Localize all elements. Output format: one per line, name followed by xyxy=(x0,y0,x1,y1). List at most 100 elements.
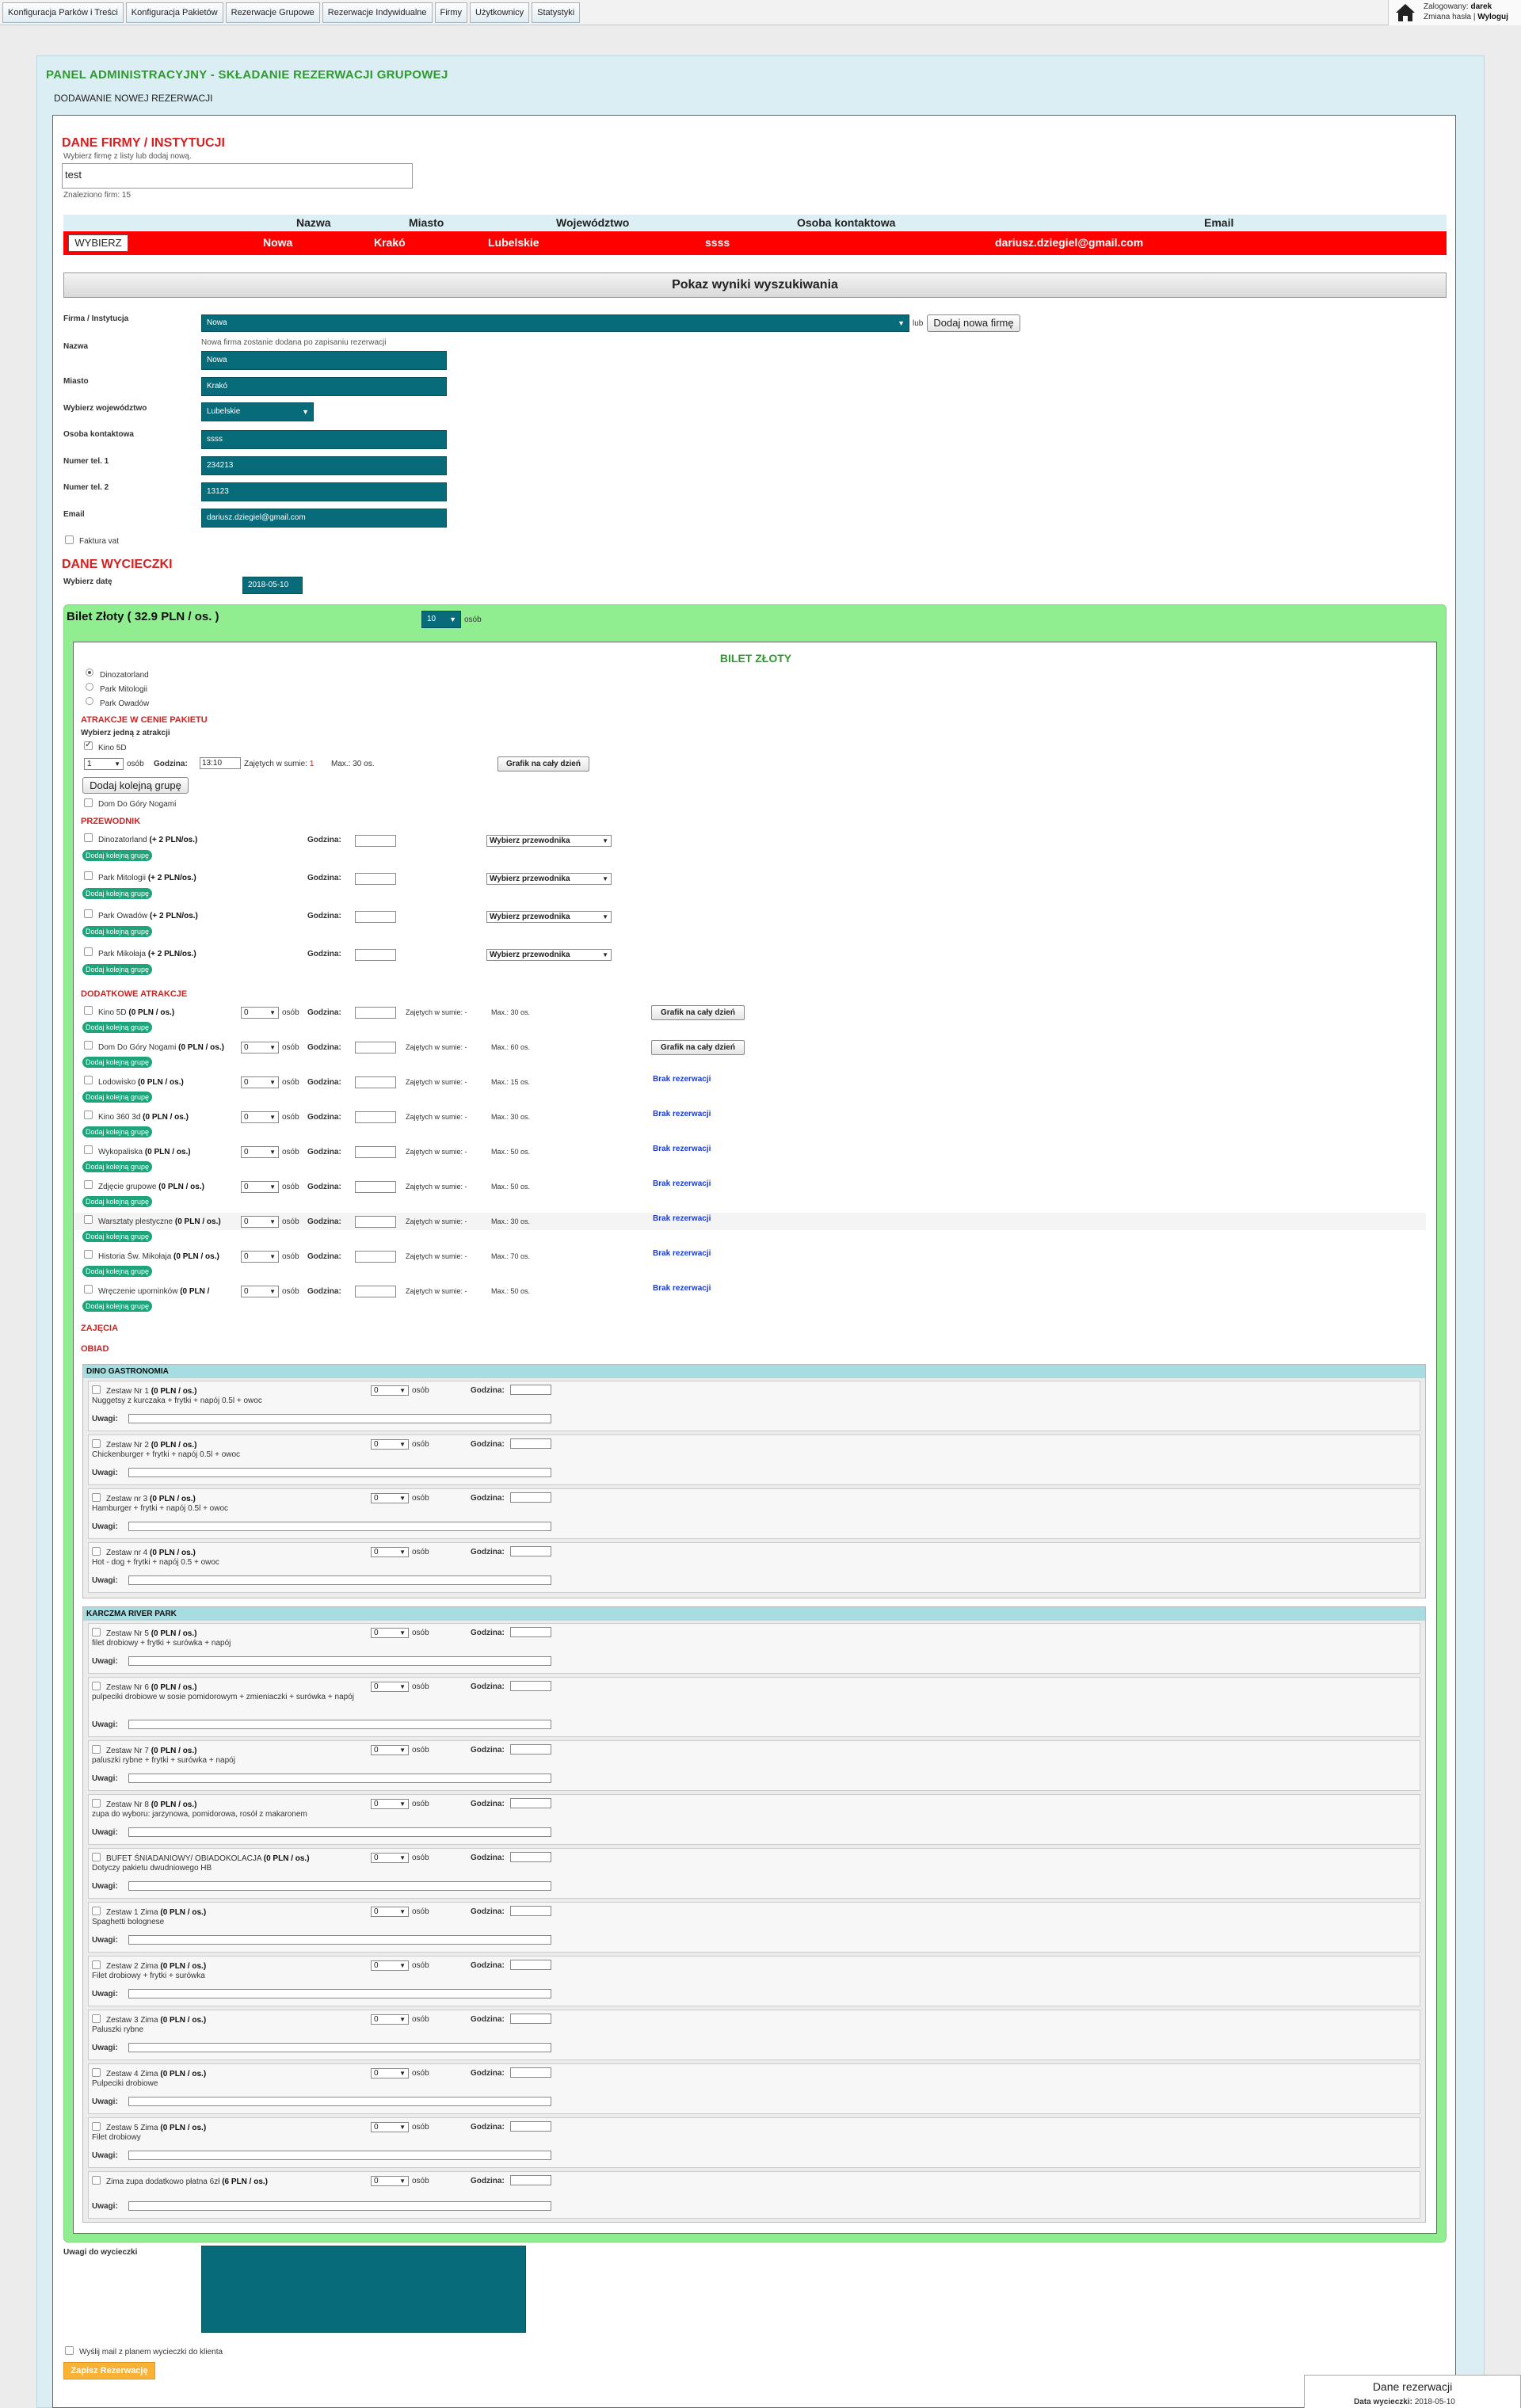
meal-hour-input[interactable] xyxy=(510,1385,551,1395)
meal-notes-input[interactable] xyxy=(128,1774,551,1783)
meal-hour-input[interactable] xyxy=(510,2175,551,2185)
meal-hour-input[interactable] xyxy=(510,1906,551,1916)
meal-hour-input[interactable] xyxy=(510,1960,551,1970)
extra-count-select[interactable]: 0 ▼ xyxy=(241,1216,279,1228)
meal-count-select[interactable]: 0 ▼ xyxy=(371,1439,409,1450)
guide-select[interactable]: Wybierz przewodnika ▼ xyxy=(486,873,612,885)
trip-notes-textarea[interactable] xyxy=(201,2246,526,2333)
nazwa-field[interactable]: Nowa xyxy=(201,351,447,370)
meal-checkbox[interactable] xyxy=(92,2176,101,2185)
no-reservation-link[interactable]: Brak rezerwacji xyxy=(653,1145,711,1153)
meal-hour-input[interactable] xyxy=(510,2067,551,2078)
extra-count-select[interactable]: 0 ▼ xyxy=(241,1076,279,1088)
meal-count-select[interactable]: 0 ▼ xyxy=(371,1853,409,1863)
nav-item-group-reservations[interactable]: Rezerwacje Grupowe xyxy=(225,2,320,23)
no-reservation-link[interactable]: Brak rezerwacji xyxy=(653,1284,711,1293)
meal-notes-input[interactable] xyxy=(128,1468,551,1477)
guide-hour-input[interactable] xyxy=(355,949,396,961)
meal-notes-input[interactable] xyxy=(128,1414,551,1423)
add-group-button[interactable]: Dodaj kolejną grupę xyxy=(82,926,153,937)
extra-checkbox[interactable] xyxy=(84,1006,93,1015)
woj-select[interactable]: Lubelskie ▼ xyxy=(201,402,314,421)
extra-hour-input[interactable] xyxy=(355,1007,396,1019)
add-group-button[interactable]: Dodaj kolejną grupę xyxy=(82,1057,153,1068)
extra-count-select[interactable]: 0 ▼ xyxy=(241,1007,279,1019)
meal-checkbox[interactable] xyxy=(92,2014,101,2023)
add-group-button[interactable]: Dodaj kolejną grupę xyxy=(82,1126,153,1137)
meal-checkbox[interactable] xyxy=(92,1439,101,1448)
guide-checkbox[interactable] xyxy=(84,833,93,842)
meal-count-select[interactable]: 0 ▼ xyxy=(371,1547,409,1557)
meal-count-select[interactable]: 0 ▼ xyxy=(371,1628,409,1638)
save-reservation-button[interactable]: Zapisz Rezerwację xyxy=(63,2362,155,2379)
miasto-field[interactable]: Krakó xyxy=(201,377,447,396)
meal-checkbox[interactable] xyxy=(92,1547,101,1556)
extra-checkbox[interactable] xyxy=(84,1041,93,1050)
logout-link[interactable]: Wyloguj xyxy=(1477,13,1508,21)
add-group-button[interactable]: Dodaj kolejną grupę xyxy=(82,1092,153,1103)
no-reservation-link[interactable]: Brak rezerwacji xyxy=(653,1179,711,1188)
meal-notes-input[interactable] xyxy=(128,1575,551,1585)
guide-select[interactable]: Wybierz przewodnika ▼ xyxy=(486,835,612,847)
guide-checkbox[interactable] xyxy=(84,947,93,956)
extra-checkbox[interactable] xyxy=(84,1076,93,1084)
meal-hour-input[interactable] xyxy=(510,1546,551,1556)
meal-hour-input[interactable] xyxy=(510,1744,551,1755)
meal-checkbox[interactable] xyxy=(92,1960,101,1969)
meal-count-select[interactable]: 0 ▼ xyxy=(371,2014,409,2025)
extra-count-select[interactable]: 0 ▼ xyxy=(241,1181,279,1193)
meal-notes-input[interactable] xyxy=(128,2201,551,2211)
extra-hour-input[interactable] xyxy=(355,1076,396,1088)
meal-count-select[interactable]: 0 ▼ xyxy=(371,1493,409,1503)
ticket-persons-select[interactable]: 10 ▼ xyxy=(421,611,461,628)
osoba-field[interactable]: ssss xyxy=(201,430,447,449)
meal-count-select[interactable]: 0 ▼ xyxy=(371,1682,409,1692)
meal-notes-input[interactable] xyxy=(128,1656,551,1666)
extra-count-select[interactable]: 0 ▼ xyxy=(241,1251,279,1263)
select-firm-button[interactable]: WYBIERZ xyxy=(68,234,128,252)
extra-checkbox[interactable] xyxy=(84,1215,93,1224)
meal-checkbox[interactable] xyxy=(92,1745,101,1754)
guide-checkbox[interactable] xyxy=(84,909,93,918)
extra-checkbox[interactable] xyxy=(84,1180,93,1189)
add-group-button[interactable]: Dodaj kolejną grupę xyxy=(82,1196,153,1207)
nav-item-parks[interactable]: Konfiguracja Parków i Treści xyxy=(2,2,124,23)
meal-checkbox[interactable] xyxy=(92,1628,101,1636)
meal-count-select[interactable]: 0 ▼ xyxy=(371,2176,409,2186)
no-reservation-link[interactable]: Brak rezerwacji xyxy=(653,1214,711,1223)
meal-count-select[interactable]: 0 ▼ xyxy=(371,1745,409,1755)
meal-notes-input[interactable] xyxy=(128,2097,551,2106)
add-firm-button[interactable]: Dodaj nowa firmę xyxy=(927,314,1020,332)
schedule-button[interactable]: Grafik na cały dzień xyxy=(497,756,589,772)
add-group-button[interactable]: Dodaj kolejną grupę xyxy=(82,1266,153,1277)
home-icon[interactable] xyxy=(1395,3,1416,22)
add-group-button[interactable]: Dodaj kolejną grupę xyxy=(82,888,153,899)
meal-count-select[interactable]: 0 ▼ xyxy=(371,1960,409,1971)
meal-count-select[interactable]: 0 ▼ xyxy=(371,1385,409,1396)
meal-hour-input[interactable] xyxy=(510,1681,551,1691)
nav-item-statistics[interactable]: Statystyki xyxy=(532,2,581,23)
meal-hour-input[interactable] xyxy=(510,2121,551,2132)
meal-checkbox[interactable] xyxy=(92,1853,101,1861)
guide-select[interactable]: Wybierz przewodnika ▼ xyxy=(486,949,612,961)
nav-item-users[interactable]: Użytkownicy xyxy=(470,2,530,23)
table-row[interactable]: WYBIERZ Nowa Krakó Lubelskie ssss darius… xyxy=(63,231,1447,255)
meal-count-select[interactable]: 0 ▼ xyxy=(371,1799,409,1809)
meal-hour-input[interactable] xyxy=(510,1492,551,1503)
park-radio-owadow[interactable] xyxy=(86,697,93,705)
add-group-button[interactable]: Dodaj kolejną grupę xyxy=(82,777,189,794)
extra-checkbox[interactable] xyxy=(84,1145,93,1154)
extra-count-select[interactable]: 0 ▼ xyxy=(241,1286,279,1297)
show-results-button[interactable]: Pokaz wyniki wyszukiwania xyxy=(63,272,1447,298)
schedule-button[interactable]: Grafik na cały dzień xyxy=(651,1005,745,1020)
no-reservation-link[interactable]: Brak rezerwacji xyxy=(653,1249,711,1258)
guide-hour-input[interactable] xyxy=(355,873,396,885)
meal-notes-input[interactable] xyxy=(128,1720,551,1729)
change-password-link[interactable]: Zmiana hasła xyxy=(1424,13,1471,21)
extra-count-select[interactable]: 0 ▼ xyxy=(241,1146,279,1158)
add-group-button[interactable]: Dodaj kolejną grupę xyxy=(82,1301,153,1312)
send-mail-checkbox[interactable] xyxy=(65,2346,74,2355)
firm-select[interactable]: Nowa ▼ xyxy=(201,314,909,332)
extra-hour-input[interactable] xyxy=(355,1286,396,1297)
guide-select[interactable]: Wybierz przewodnika ▼ xyxy=(486,911,612,923)
